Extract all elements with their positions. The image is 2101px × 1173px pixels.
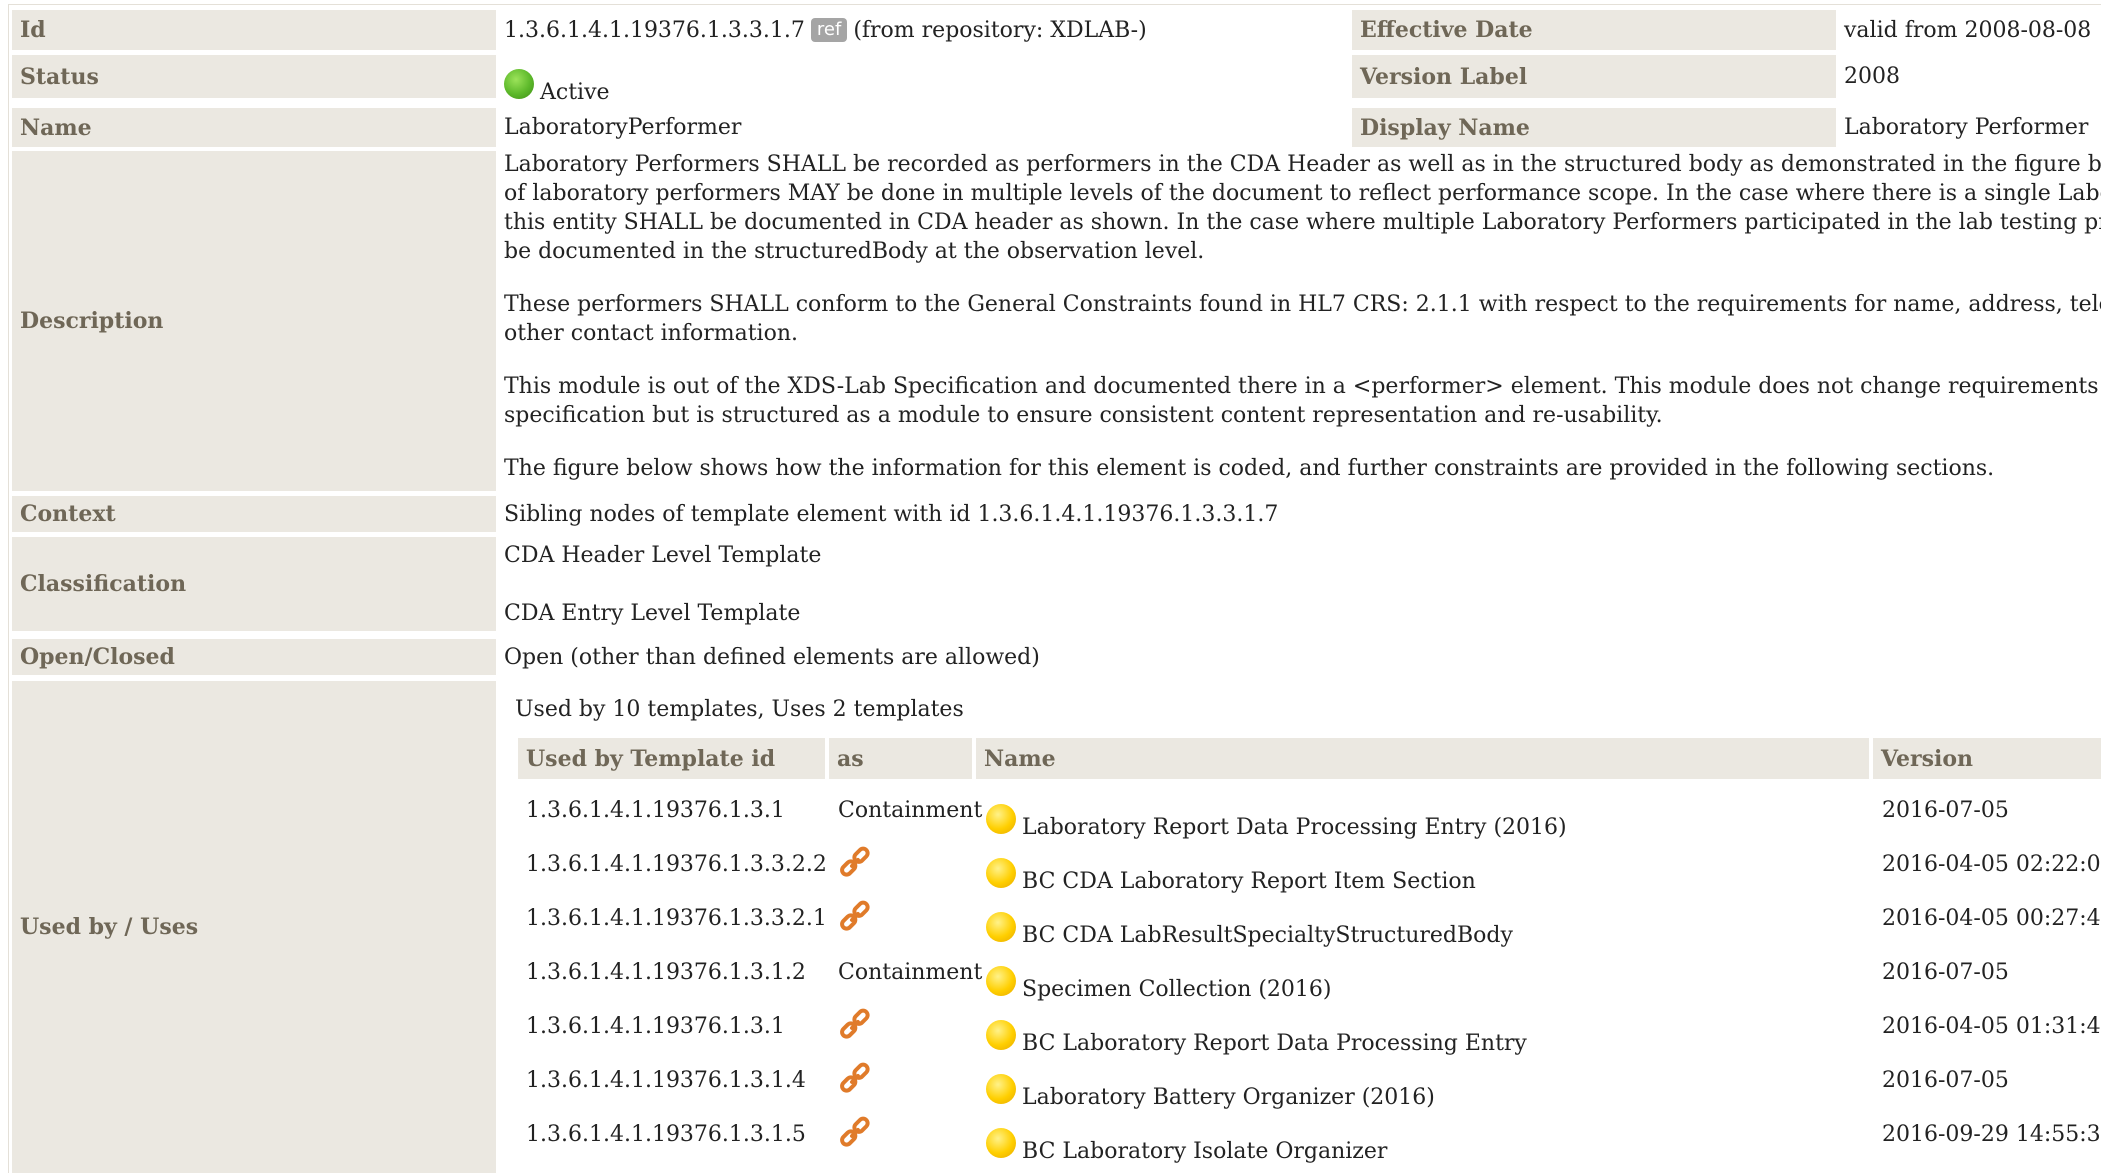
- column-header-version[interactable]: Version: [1873, 738, 2101, 779]
- status-draft-icon: [986, 1128, 1016, 1158]
- description-paragraph: The figure below shows how the informati…: [504, 456, 1995, 481]
- row-as: Containment: [838, 959, 983, 985]
- status-draft-icon: [986, 966, 1016, 996]
- id-value: 1.3.6.1.4.1.19376.1.3.3.1.7 ref (from re…: [504, 10, 1147, 50]
- row-template-id[interactable]: 1.3.6.1.4.1.19376.1.3.1.4: [526, 1064, 806, 1096]
- row-version: 2016-07-05: [1882, 959, 2009, 985]
- version-label-value: 2008: [1844, 64, 1900, 89]
- description-label: Description: [12, 151, 496, 491]
- version-label-label: Version Label: [1352, 55, 1836, 98]
- row-as[interactable]: [838, 898, 872, 936]
- open-closed-value: Open (other than defined elements are al…: [504, 644, 1040, 670]
- used-by-label: Used by / Uses: [12, 681, 496, 1173]
- row-version: 2016-07-05: [1882, 1067, 2009, 1093]
- link-icon[interactable]: [838, 900, 872, 934]
- template-id: 1.3.6.1.4.1.19376.1.3.3.1.7: [504, 17, 805, 43]
- table-top-border: [8, 4, 2101, 5]
- description-paragraph: These performers SHALL conform to the Ge…: [504, 292, 2101, 346]
- row-as[interactable]: [838, 844, 872, 882]
- row-name[interactable]: BC Laboratory Isolate Organizer: [986, 1118, 1387, 1164]
- description-text: Laboratory Performers SHALL be recorded …: [504, 150, 2101, 483]
- context-label: Context: [12, 496, 496, 532]
- row-version: 2016-04-05 01:31:43: [1882, 1013, 2101, 1039]
- status-draft-icon: [986, 1074, 1016, 1104]
- effective-date-value: valid from 2008-08-08: [1844, 17, 2092, 43]
- row-as[interactable]: [838, 1114, 872, 1152]
- id-label: Id: [12, 10, 496, 50]
- column-header-name[interactable]: Name: [976, 738, 1869, 779]
- row-version: 2016-09-29 14:55:37: [1882, 1121, 2101, 1147]
- column-header-as[interactable]: as: [829, 738, 972, 779]
- status-active-icon: [504, 69, 534, 99]
- row-template-id[interactable]: 1.3.6.1.4.1.19376.1.3.1: [526, 794, 785, 826]
- link-icon[interactable]: [838, 1116, 872, 1150]
- link-icon[interactable]: [838, 1062, 872, 1096]
- status-text: Active: [540, 80, 610, 105]
- status-label: Status: [12, 55, 496, 98]
- status-draft-icon: [986, 858, 1016, 888]
- row-version: 2016-04-05 02:22:00: [1882, 851, 2101, 877]
- row-template-id[interactable]: 1.3.6.1.4.1.19376.1.3.3.2.2: [526, 848, 827, 880]
- row-name[interactable]: BC Laboratory Report Data Processing Ent…: [986, 1010, 1527, 1056]
- status-draft-icon: [986, 912, 1016, 942]
- status-value: Active: [504, 55, 610, 105]
- link-icon[interactable]: [838, 846, 872, 880]
- link-icon[interactable]: [838, 1008, 872, 1042]
- row-template-id[interactable]: 1.3.6.1.4.1.19376.1.3.1.2: [526, 956, 806, 988]
- table-left-border: [8, 4, 9, 1173]
- row-name[interactable]: BC CDA Laboratory Report Item Section: [986, 848, 1476, 894]
- name-value: LaboratoryPerformer: [504, 115, 742, 140]
- name-label: Name: [12, 108, 496, 147]
- row-name[interactable]: Specimen Collection (2016): [986, 956, 1332, 1002]
- row-template-id[interactable]: 1.3.6.1.4.1.19376.1.3.1.5: [526, 1118, 806, 1150]
- display-name-value: Laboratory Performer: [1844, 115, 2089, 140]
- status-draft-icon: [986, 1020, 1016, 1050]
- row-name[interactable]: Laboratory Battery Organizer (2016): [986, 1064, 1435, 1110]
- row-version: 2016-07-05: [1882, 797, 2009, 823]
- description-paragraph: This module is out of the XDS-Lab Specif…: [504, 374, 2101, 428]
- row-template-id[interactable]: 1.3.6.1.4.1.19376.1.3.3.2.1: [526, 902, 827, 934]
- classification-label: Classification: [12, 537, 496, 631]
- row-template-id[interactable]: 1.3.6.1.4.1.19376.1.3.1: [526, 1010, 785, 1042]
- used-by-summary: Used by 10 templates, Uses 2 templates: [515, 697, 964, 722]
- repository-text: (from repository: XDLAB-): [853, 17, 1147, 43]
- row-as: Containment: [838, 797, 983, 823]
- open-closed-label: Open/Closed: [12, 639, 496, 675]
- classification-value: CDA Header Level Template: [504, 542, 822, 568]
- column-header-template-id[interactable]: Used by Template id: [518, 738, 825, 779]
- row-as[interactable]: [838, 1006, 872, 1044]
- effective-date-label: Effective Date: [1352, 10, 1836, 50]
- row-name[interactable]: BC CDA LabResultSpecialtyStructuredBody: [986, 902, 1513, 948]
- classification-value: CDA Entry Level Template: [504, 600, 801, 626]
- row-name[interactable]: Laboratory Report Data Processing Entry …: [986, 794, 1567, 840]
- description-paragraph: Laboratory Performers SHALL be recorded …: [504, 152, 2101, 264]
- ref-badge[interactable]: ref: [810, 18, 848, 42]
- row-version: 2016-04-05 00:27:44: [1882, 905, 2101, 931]
- context-value: Sibling nodes of template element with i…: [504, 501, 1279, 527]
- display-name-label: Display Name: [1352, 108, 1836, 147]
- row-as[interactable]: [838, 1060, 872, 1098]
- status-draft-icon: [986, 804, 1016, 834]
